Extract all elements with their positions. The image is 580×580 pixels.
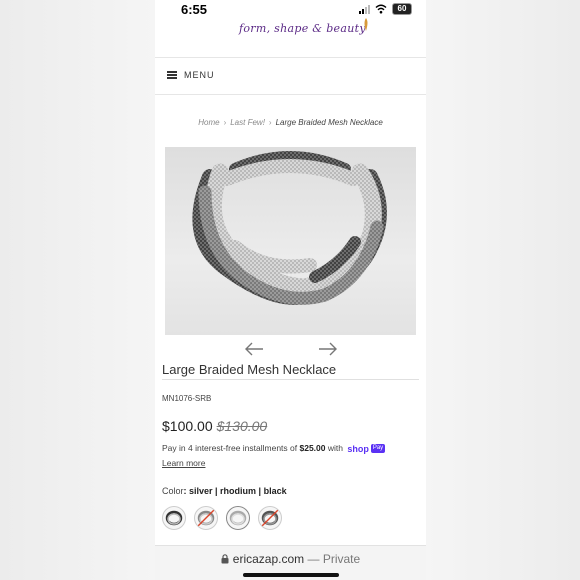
header-divider xyxy=(155,57,426,58)
swatch-silver[interactable] xyxy=(226,506,250,530)
necklace-thumbnail-icon xyxy=(261,509,279,527)
url-separator: — xyxy=(304,552,323,566)
background-left xyxy=(0,0,155,580)
status-bar: 6:55 60 xyxy=(155,0,426,20)
product-title: Large Braided Mesh Necklace xyxy=(162,362,337,377)
logo-flame-icon xyxy=(364,18,368,31)
shop-pay-logo: shop Pay xyxy=(347,443,386,454)
store-logo[interactable]: form, shape & beauty xyxy=(239,22,366,35)
color-label: Color xyxy=(162,486,184,496)
installments-prefix: Pay in 4 interest-free installments of xyxy=(162,443,300,453)
menu-button[interactable]: MENU xyxy=(167,70,215,80)
product-sku: MN1076-SRB xyxy=(162,394,212,403)
breadcrumb: Home › Last Few! › Large Braided Mesh Neckla… xyxy=(155,118,426,127)
shop-pay-word: shop xyxy=(347,443,369,454)
menu-divider xyxy=(155,94,426,95)
browser-address-bar[interactable]: ericazap.com — Private xyxy=(155,545,426,580)
learn-more-link[interactable]: Learn more xyxy=(162,458,205,468)
url-display[interactable]: ericazap.com — Private xyxy=(155,552,426,566)
necklace-thumbnail-icon xyxy=(165,510,183,526)
status-time: 6:55 xyxy=(181,2,208,17)
background-right xyxy=(426,0,580,580)
wifi-icon xyxy=(375,4,387,14)
breadcrumb-home[interactable]: Home xyxy=(198,118,219,127)
private-mode-label: Private xyxy=(322,552,361,566)
shop-pay-badge: Pay xyxy=(370,444,386,454)
phone-screen: 6:55 60 form, shape & beauty MENU Home › L… xyxy=(155,0,426,580)
title-divider xyxy=(162,379,419,380)
swatch-rhodium-black[interactable] xyxy=(258,506,282,530)
necklace-thumbnail-icon xyxy=(197,509,215,527)
home-indicator[interactable] xyxy=(243,573,339,577)
url-domain: ericazap.com xyxy=(232,552,305,566)
status-icons: 60 xyxy=(359,3,412,15)
color-swatches xyxy=(162,506,282,530)
breadcrumb-last-few[interactable]: Last Few! xyxy=(230,118,265,127)
installments-text: Pay in 4 interest-free installments of $… xyxy=(162,443,422,454)
necklace-thumbnail-icon xyxy=(229,510,247,526)
chevron-right-icon: › xyxy=(223,118,227,127)
cellular-signal-icon xyxy=(359,4,370,14)
swatch-black-silver[interactable] xyxy=(162,506,186,530)
battery-icon: 60 xyxy=(392,3,412,15)
breadcrumb-current: Large Braided Mesh Necklace xyxy=(275,118,383,127)
arrow-left-icon[interactable] xyxy=(244,342,264,356)
product-price: $100.00 xyxy=(162,418,213,434)
hamburger-icon xyxy=(167,71,177,79)
chevron-right-icon: › xyxy=(268,118,272,127)
installments-suffix: with xyxy=(325,443,343,453)
lock-icon xyxy=(221,554,229,564)
compare-price: $130.00 xyxy=(216,418,268,434)
price-row: $100.00 $130.00 xyxy=(162,418,267,434)
color-selector-label: Color: silver | rhodium | black xyxy=(162,486,287,496)
installments-amount: $25.00 xyxy=(299,443,326,453)
color-value: : silver | rhodium | black xyxy=(183,486,287,496)
arrow-right-icon[interactable] xyxy=(318,342,338,356)
menu-label: MENU xyxy=(184,70,215,80)
necklace-image xyxy=(192,151,387,306)
product-image[interactable] xyxy=(165,147,416,335)
swatch-silver-rhodium[interactable] xyxy=(194,506,218,530)
